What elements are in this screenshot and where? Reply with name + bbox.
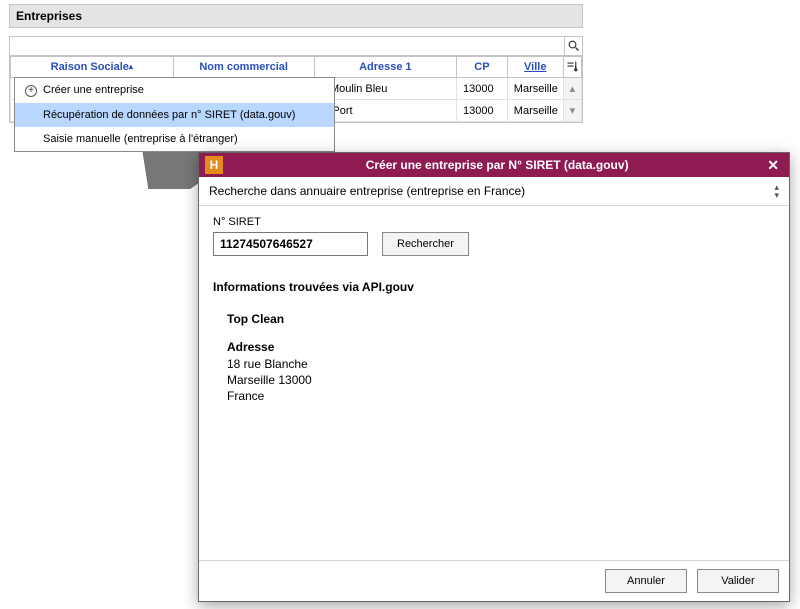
col-ville[interactable]: Ville bbox=[507, 57, 563, 78]
search-button[interactable]: Rechercher bbox=[382, 232, 469, 256]
panel-title: Entreprises bbox=[9, 4, 583, 28]
modal-footer: Annuler Valider bbox=[199, 560, 789, 601]
search-icon[interactable] bbox=[564, 37, 582, 55]
grid-toolbar bbox=[10, 37, 582, 56]
modal-titlebar: H Créer une entreprise par N° SIRET (dat… bbox=[199, 153, 789, 177]
result-block: Top Clean Adresse 18 rue Blanche Marseil… bbox=[213, 312, 775, 403]
scroll-down-icon[interactable] bbox=[563, 100, 581, 122]
siret-label: N° SIRET bbox=[213, 216, 775, 228]
siret-input[interactable] bbox=[213, 232, 368, 256]
plus-icon: + bbox=[25, 85, 37, 97]
context-menu: +Créer une entreprise Récupération de do… bbox=[14, 77, 335, 152]
address-label: Adresse bbox=[227, 340, 775, 354]
address-line: 18 rue Blanche bbox=[227, 357, 775, 371]
app-logo-icon: H bbox=[205, 156, 223, 174]
col-nom-commercial[interactable]: Nom commercial bbox=[173, 57, 314, 78]
modal-subtitle-row: Recherche dans annuaire entreprise (entr… bbox=[199, 177, 789, 206]
validate-button[interactable]: Valider bbox=[697, 569, 779, 593]
modal-body: N° SIRET Rechercher Informations trouvée… bbox=[199, 206, 789, 560]
col-cp[interactable]: CP bbox=[457, 57, 508, 78]
col-adresse[interactable]: Adresse 1 bbox=[314, 57, 456, 78]
modal-title: Créer une entreprise par N° SIRET (data.… bbox=[231, 158, 763, 172]
menu-recup-siret[interactable]: Récupération de données par n° SIRET (da… bbox=[15, 103, 334, 127]
address-line: Marseille 13000 bbox=[227, 373, 775, 387]
scroll-up-icon[interactable] bbox=[563, 78, 581, 100]
address-line: France bbox=[227, 389, 775, 403]
create-siret-modal: H Créer une entreprise par N° SIRET (dat… bbox=[198, 152, 790, 602]
col-raison-sociale[interactable]: Raison Sociale ▴ bbox=[11, 57, 174, 78]
modal-subtitle: Recherche dans annuaire entreprise (entr… bbox=[209, 184, 525, 198]
menu-saisie-manuelle[interactable]: Saisie manuelle (entreprise à l'étranger… bbox=[15, 127, 334, 151]
close-icon[interactable]: ✕ bbox=[763, 157, 783, 174]
company-name: Top Clean bbox=[227, 312, 775, 326]
entreprises-panel: Entreprises Raison Sociale ▴ Nom commerc… bbox=[9, 4, 583, 123]
entreprises-grid: Raison Sociale ▴ Nom commercial Adresse … bbox=[9, 36, 583, 123]
cancel-button[interactable]: Annuler bbox=[605, 569, 687, 593]
grid-config-icon[interactable] bbox=[563, 57, 581, 78]
menu-create-entreprise[interactable]: +Créer une entreprise bbox=[15, 78, 334, 103]
collapse-toggle-icon[interactable]: ▴▾ bbox=[774, 183, 779, 199]
info-heading: Informations trouvées via API.gouv bbox=[213, 280, 775, 294]
